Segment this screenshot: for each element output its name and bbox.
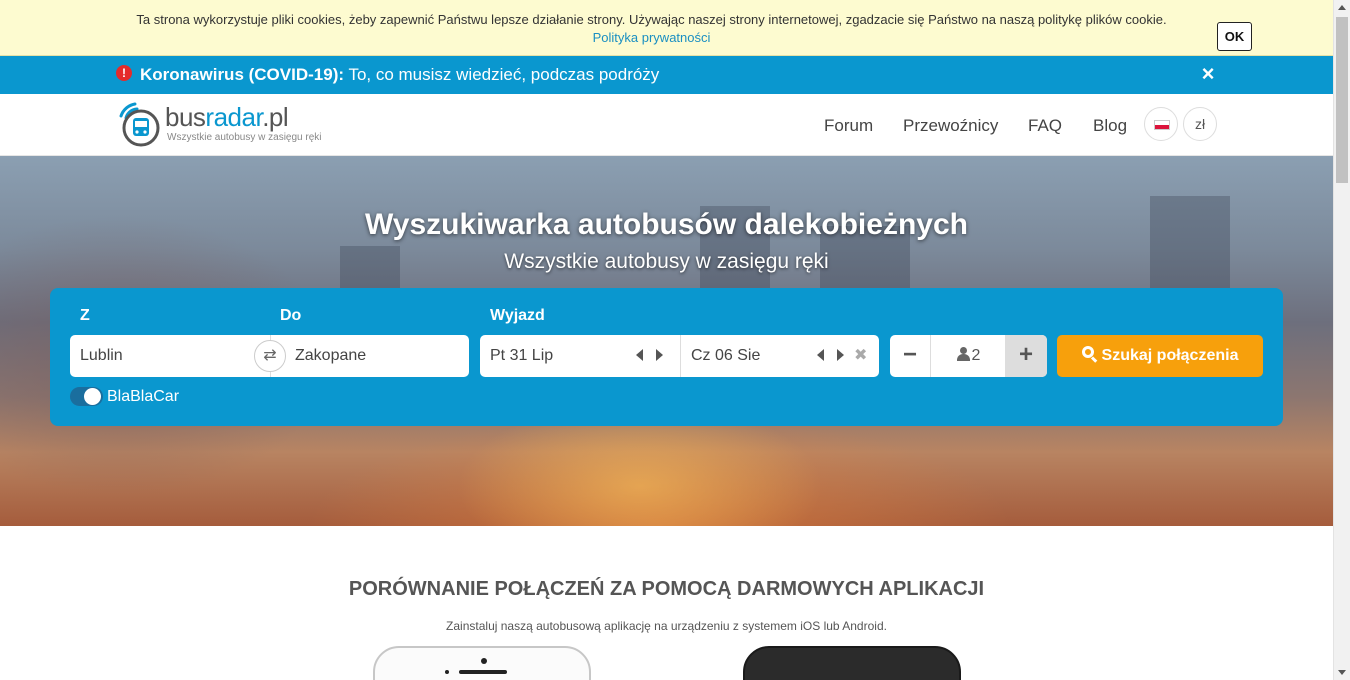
logo[interactable]: busradar.pl Wszystkie autobusy w zasięgu… [117,98,322,148]
covid-banner[interactable]: ! Koronawirus (COVID-19): To, co musisz … [0,56,1333,94]
date-box: Pt 31 Lip Cz 06 Sie ✖ [480,335,879,377]
apps-section-title: PORÓWNANIE POŁĄCZEŃ ZA POMOCĄ DARMOWYCH … [348,578,985,600]
toggle-knob [84,388,101,405]
cookie-ok-button[interactable]: OK [1217,22,1252,51]
search-button-label: Szukaj połączenia [1101,347,1239,364]
speaker [459,670,507,674]
site-header: busradar.pl Wszystkie autobusy w zasięgu… [0,94,1333,156]
from-input[interactable] [70,335,260,377]
to-label: Do [280,307,302,324]
passenger-count: 2 [931,335,1005,377]
logo-tagline: Wszystkie autobusy w zasięgu ręki [167,132,322,143]
return-date-field[interactable]: Cz 06 Sie ✖ [680,335,879,377]
apps-section-subtitle: Zainstaluj naszą autobusową aplikację na… [446,619,887,633]
camera [481,658,487,664]
cookie-message: Ta strona wykorzystuje pliki cookies, że… [136,12,1167,27]
scroll-thumb[interactable] [1336,17,1348,183]
nav-faq[interactable]: FAQ [1028,116,1062,136]
sensor [445,670,449,674]
alert-icon: ! [116,65,132,81]
bus-radar-icon [119,102,160,147]
scroll-up-icon[interactable] [1338,5,1346,10]
search-icon [1081,346,1098,363]
close-icon[interactable]: × [1198,63,1218,85]
search-panel: Z Do Wyjazd ⇄ Pt 31 Lip Cz 06 Sie ✖ − [50,288,1283,426]
cookie-text: Ta strona wykorzystuje pliki cookies, że… [0,11,1303,47]
from-label: Z [80,307,90,324]
cookie-bar: Ta strona wykorzystuje pliki cookies, że… [0,0,1333,56]
scrollbar[interactable] [1333,0,1350,680]
route-box: ⇄ [70,335,469,377]
departure-date-field[interactable]: Pt 31 Lip [480,335,679,377]
increase-passengers-button[interactable]: + [1005,335,1047,377]
covid-title: Koronawirus (COVID-19): [140,65,345,84]
privacy-policy-link[interactable]: Polityka prywatności [0,29,1303,47]
poland-flag-icon [1154,120,1170,130]
currency-button[interactable]: zł [1183,107,1217,141]
nav-forum[interactable]: Forum [824,116,873,136]
decrease-passengers-button[interactable]: − [890,335,931,377]
next-day-icon[interactable] [656,349,663,361]
nav-carriers[interactable]: Przewoźnicy [903,116,998,136]
language-button[interactable] [1144,107,1178,141]
search-button[interactable]: Szukaj połączenia [1057,335,1263,377]
departure-label: Wyjazd [490,307,545,324]
logo-text: busradar.pl [165,102,289,132]
covid-message[interactable]: Koronawirus (COVID-19): To, co musisz wi… [140,65,659,85]
hero-subtitle: Wszystkie autobusy w zasięgu ręki [504,250,829,273]
person-icon [956,347,970,361]
blablacar-label: BlaBlaCar [107,388,180,405]
hero-title: Wyszukiwarka autobusów dalekobieżnych [365,208,968,241]
swap-icon[interactable]: ⇄ [254,340,286,372]
covid-text: To, co musisz wiedzieć, podczas podróży [344,65,660,84]
ios-phone-image[interactable] [373,646,591,680]
passenger-stepper: − 2 + [890,335,1047,377]
next-day-icon[interactable] [837,349,844,361]
to-input[interactable] [285,335,465,377]
nav-blog[interactable]: Blog [1093,116,1127,136]
scroll-down-icon[interactable] [1338,670,1346,675]
prev-day-icon[interactable] [817,349,824,361]
departure-date: Pt 31 Lip [490,347,554,364]
android-phone-image[interactable] [743,646,961,680]
return-date: Cz 06 Sie [691,347,761,364]
clear-icon[interactable]: ✖ [854,335,867,377]
prev-day-icon[interactable] [636,349,643,361]
blablacar-toggle[interactable] [70,387,103,406]
hero-section: Wyszukiwarka autobusów dalekobieżnych Ws… [0,156,1333,526]
